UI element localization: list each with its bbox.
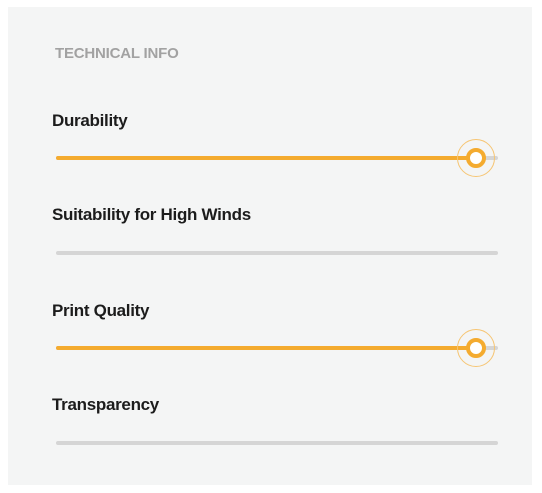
slider-fill xyxy=(56,156,476,160)
slider-thumb[interactable] xyxy=(456,329,495,367)
slider-thumb[interactable] xyxy=(456,139,495,177)
slider-track xyxy=(56,251,498,255)
slider-fill xyxy=(56,346,476,350)
rating-label: Suitability for High Winds xyxy=(52,205,251,224)
durability-slider[interactable] xyxy=(56,139,498,177)
transparency-slider[interactable] xyxy=(56,428,498,458)
print-quality-slider[interactable] xyxy=(56,329,498,367)
slider-track xyxy=(56,441,498,445)
suitability-for-high-winds-slider[interactable] xyxy=(56,238,498,268)
rating-label: Transparency xyxy=(52,395,159,414)
slider-thumb-core xyxy=(465,338,486,358)
slider-thumb-core xyxy=(465,148,486,168)
section-title: TECHNICAL INFO xyxy=(55,45,179,62)
rating-label: Durability xyxy=(52,111,128,130)
rating-label: Print Quality xyxy=(52,301,150,320)
